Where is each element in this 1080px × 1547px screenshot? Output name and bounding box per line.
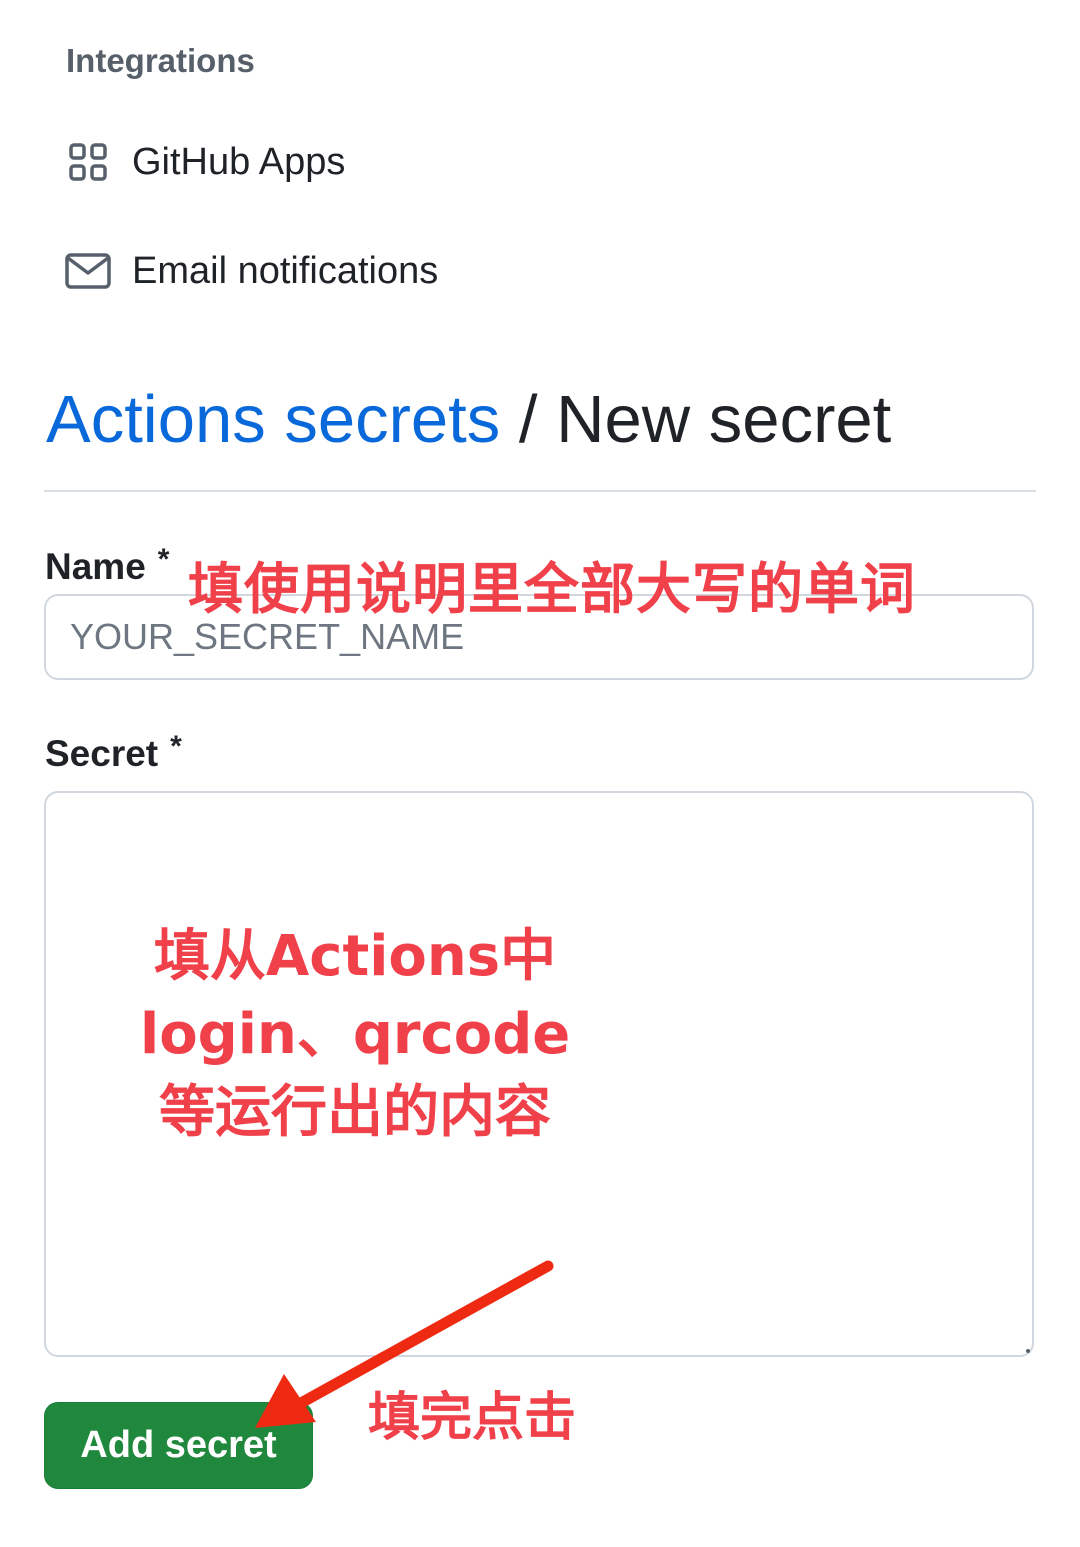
apps-grid-icon <box>64 138 112 186</box>
mail-icon <box>64 247 112 295</box>
sidebar-item-github-apps[interactable]: GitHub Apps <box>64 132 345 192</box>
breadcrumb-separator: / <box>518 382 538 457</box>
add-secret-button[interactable]: Add secret <box>44 1402 313 1489</box>
annotation-secret-line: 填从Actions中 <box>153 924 557 989</box>
secret-label: Secret * <box>45 730 182 775</box>
annotation-secret-hint: 填从Actions中 login、qrcode 等运行出的内容 <box>140 918 570 1152</box>
name-label: Name * <box>45 543 169 588</box>
annotation-name-hint: 填使用说明里全部大写的单词 <box>188 557 917 621</box>
breadcrumb-actions-secrets-link[interactable]: Actions secrets <box>46 382 500 457</box>
secret-label-text: Secret <box>45 733 159 774</box>
annotation-secret-line: login、qrcode <box>140 1002 571 1067</box>
annotation-secret-line: 等运行出的内容 <box>159 1080 551 1145</box>
sidebar-item-label: Email notifications <box>132 249 439 292</box>
textarea-resize-handle[interactable] <box>1026 1349 1030 1353</box>
header-divider <box>44 490 1036 492</box>
sidebar-item-email-notifications[interactable]: Email notifications <box>64 241 438 301</box>
sidebar-heading-integrations: Integrations <box>66 42 255 79</box>
page-title: Actions secrets / New secret <box>46 378 891 462</box>
breadcrumb-current: New secret <box>556 382 892 457</box>
sidebar-item-label: GitHub Apps <box>132 140 346 183</box>
name-required-marker: * <box>157 543 170 576</box>
secret-required-marker: * <box>170 730 182 763</box>
name-label-text: Name <box>45 546 146 587</box>
annotation-click-hint: 填完点击 <box>368 1388 577 1448</box>
